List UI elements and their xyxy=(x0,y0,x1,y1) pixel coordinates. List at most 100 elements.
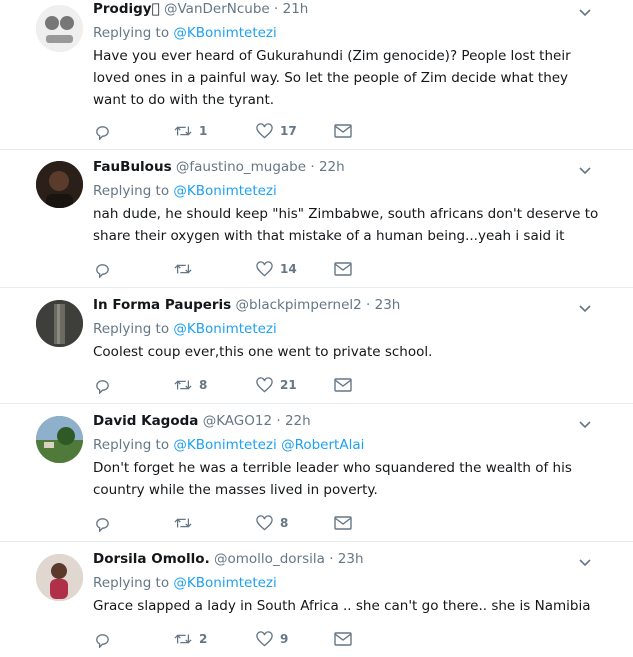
timestamp[interactable]: 23h xyxy=(375,297,401,313)
retweet-button[interactable]: 8 xyxy=(174,376,207,394)
reply-button[interactable] xyxy=(94,376,111,394)
replying-to: Replying to @KBonimtetezi xyxy=(93,574,603,592)
mention-link[interactable]: @KBonimtetezi xyxy=(173,183,276,199)
chevron-down-icon[interactable] xyxy=(577,416,593,432)
replying-to-label: Replying to xyxy=(93,575,170,591)
reply-button[interactable] xyxy=(94,260,111,278)
tweet-text: Grace slapped a lady in South Africa .. … xyxy=(93,598,591,614)
tweet[interactable]: In Forma Pauperis @blackpimpernel2 · 23h… xyxy=(0,288,633,404)
direct-message-icon xyxy=(334,124,352,138)
like-button[interactable]: 17 xyxy=(256,122,297,140)
replying-to-label: Replying to xyxy=(93,437,170,453)
like-button[interactable]: 9 xyxy=(256,630,288,648)
user-handle[interactable]: @blackpimpernel2 xyxy=(236,297,362,313)
avatar[interactable] xyxy=(36,5,83,52)
replying-to-label: Replying to xyxy=(93,183,170,199)
like-count: 14 xyxy=(280,262,297,276)
separator-dot: · xyxy=(329,551,334,567)
tweet-text: Don't forget he was a terrible leader wh… xyxy=(93,460,572,498)
reply-icon xyxy=(96,633,109,648)
like-icon xyxy=(256,123,273,139)
like-count: 9 xyxy=(280,632,289,646)
timestamp[interactable]: 22h xyxy=(285,413,311,429)
chevron-down-icon[interactable] xyxy=(577,162,593,178)
chevron-down-icon[interactable] xyxy=(577,300,593,316)
retweet-button[interactable] xyxy=(174,514,199,532)
avatar[interactable] xyxy=(36,300,83,347)
replying-to-label: Replying to xyxy=(93,321,170,337)
timestamp[interactable]: 21h xyxy=(283,1,309,17)
replying-to: Replying to @KBonimtetezi xyxy=(93,24,603,42)
tweet-text: Coolest coup ever,this one went to priva… xyxy=(93,344,433,360)
retweet-button[interactable]: 2 xyxy=(174,630,207,648)
display-name[interactable]: Dorsila Omollo. xyxy=(93,551,210,567)
mention-link[interactable]: @KBonimtetezi xyxy=(173,25,276,41)
like-icon xyxy=(256,261,273,277)
avatar[interactable] xyxy=(36,161,83,208)
retweet-icon xyxy=(174,380,192,390)
separator-dot: · xyxy=(310,159,315,175)
display-name[interactable]: FauBulous xyxy=(93,159,172,175)
direct-message-button[interactable] xyxy=(334,122,352,140)
like-count: 21 xyxy=(280,378,297,392)
display-name[interactable]: David Kagoda xyxy=(93,413,198,429)
reply-icon xyxy=(96,263,109,278)
like-button[interactable]: 8 xyxy=(256,514,288,532)
reply-icon xyxy=(96,517,109,532)
separator-dot: · xyxy=(366,297,371,313)
tweet[interactable]: David Kagoda @KAGO12 · 22h Replying to @… xyxy=(0,404,633,542)
tweet-text: nah dude, he should keep "his" Zimbabwe,… xyxy=(93,206,599,244)
separator-dot: · xyxy=(274,1,279,17)
replying-to: Replying to @KBonimtetezi @RobertAlai xyxy=(93,436,603,454)
avatar[interactable] xyxy=(36,554,83,601)
user-handle[interactable]: @faustino_mugabe xyxy=(176,159,306,175)
retweet-icon xyxy=(174,264,192,274)
retweet-button[interactable]: 1 xyxy=(174,122,207,140)
like-icon xyxy=(256,631,273,647)
reply-icon xyxy=(96,125,109,140)
direct-message-icon xyxy=(334,378,352,392)
mention-link[interactable]: @KBonimtetezi xyxy=(173,321,276,337)
reply-icon xyxy=(96,379,109,394)
direct-message-button[interactable] xyxy=(334,260,352,278)
retweet-icon xyxy=(174,634,192,644)
like-count: 17 xyxy=(280,124,297,138)
direct-message-icon xyxy=(334,632,352,646)
reply-button[interactable] xyxy=(94,514,111,532)
like-count: 8 xyxy=(280,516,289,530)
direct-message-icon xyxy=(334,516,352,530)
direct-message-button[interactable] xyxy=(334,514,352,532)
timestamp[interactable]: 23h xyxy=(338,551,364,567)
reply-button[interactable] xyxy=(94,630,111,648)
like-button[interactable]: 21 xyxy=(256,376,297,394)
tweet[interactable]: Dorsila Omollo. @omollo_dorsila · 23h Re… xyxy=(0,542,633,657)
like-button[interactable]: 14 xyxy=(256,260,297,278)
direct-message-icon xyxy=(334,262,352,276)
direct-message-button[interactable] xyxy=(334,630,352,648)
tweet-text: Have you ever heard of Gukurahundi (Zim … xyxy=(93,48,571,108)
reply-feed: Prodigy🏻 @VanDerNcube · 21h Replying to … xyxy=(0,0,633,657)
mention-link[interactable]: @KBonimtetezi xyxy=(173,437,276,453)
like-icon xyxy=(256,515,273,531)
user-handle[interactable]: @omollo_dorsila xyxy=(214,551,325,567)
reply-button[interactable] xyxy=(94,122,111,140)
like-icon xyxy=(256,377,273,393)
separator-dot: · xyxy=(276,413,281,429)
chevron-down-icon[interactable] xyxy=(577,554,593,570)
retweet-count: 2 xyxy=(199,632,208,646)
tweet[interactable]: FauBulous @faustino_mugabe · 22h Replyin… xyxy=(0,150,633,288)
direct-message-button[interactable] xyxy=(334,376,352,394)
tweet[interactable]: Prodigy🏻 @VanDerNcube · 21h Replying to … xyxy=(0,0,633,150)
timestamp[interactable]: 22h xyxy=(319,159,345,175)
replying-to-label: Replying to xyxy=(93,25,170,41)
retweet-button[interactable] xyxy=(174,260,199,278)
display-name[interactable]: In Forma Pauperis xyxy=(93,297,231,313)
avatar[interactable] xyxy=(36,416,83,463)
chevron-down-icon[interactable] xyxy=(577,4,593,20)
retweet-icon xyxy=(174,518,192,528)
mention-link[interactable]: @KBonimtetezi xyxy=(173,575,276,591)
mention-link[interactable]: @RobertAlai xyxy=(281,437,364,453)
display-name[interactable]: Prodigy🏻 xyxy=(93,1,160,17)
user-handle[interactable]: @KAGO12 xyxy=(203,413,272,429)
user-handle[interactable]: @VanDerNcube xyxy=(164,1,270,17)
